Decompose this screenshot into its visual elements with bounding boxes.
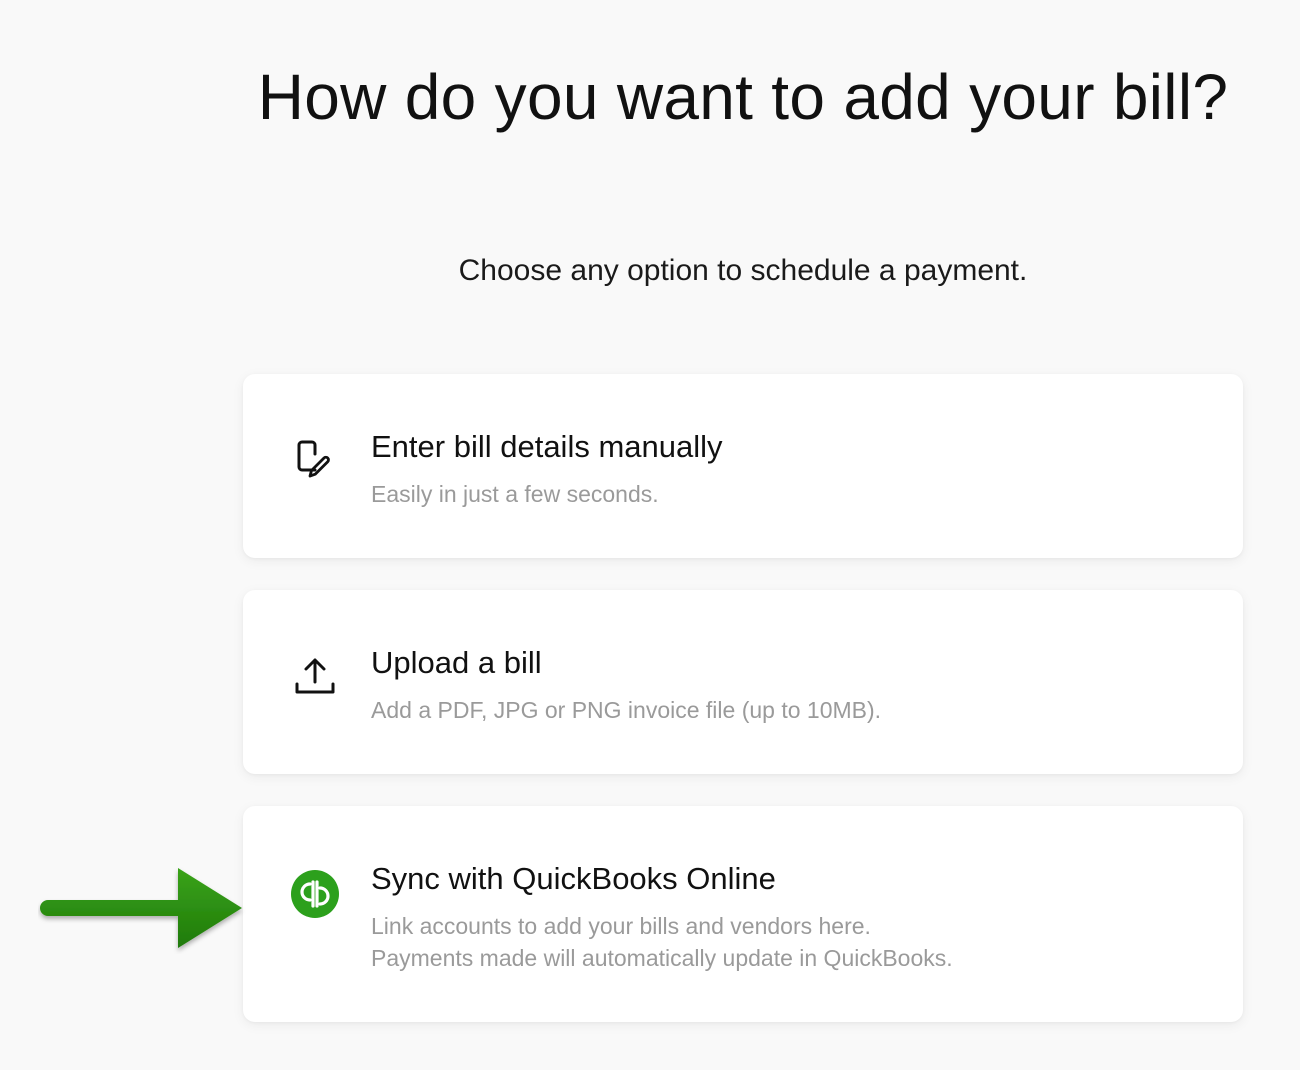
option-title: Sync with QuickBooks Online (371, 861, 776, 896)
option-description: Add a PDF, JPG or PNG invoice file (up t… (371, 694, 881, 726)
quickbooks-logo-icon (291, 870, 339, 918)
option-description-line: Link accounts to add your bills and vend… (371, 913, 871, 939)
option-enter-manually[interactable]: Enter bill details manually Easily in ju… (243, 374, 1243, 558)
option-description: Easily in just a few seconds. (371, 478, 659, 510)
option-title: Upload a bill (371, 645, 542, 680)
option-sync-quickbooks[interactable]: Sync with QuickBooks Online Link account… (243, 806, 1243, 1022)
upload-icon (291, 652, 339, 700)
document-edit-icon (291, 436, 339, 484)
page-title: How do you want to add your bill? (257, 61, 1229, 133)
page-subtitle: Choose any option to schedule a payment. (458, 254, 1028, 287)
option-description-line: Easily in just a few seconds. (371, 481, 659, 507)
option-description-line: Add a PDF, JPG or PNG invoice file (up t… (371, 697, 882, 723)
option-description-line: Payments made will automatically update … (371, 945, 953, 971)
option-upload-bill[interactable]: Upload a bill Add a PDF, JPG or PNG invo… (243, 590, 1243, 774)
option-description: Link accounts to add your bills and vend… (371, 910, 953, 974)
arrow-right-icon (38, 862, 250, 954)
option-title: Enter bill details manually (371, 429, 723, 464)
